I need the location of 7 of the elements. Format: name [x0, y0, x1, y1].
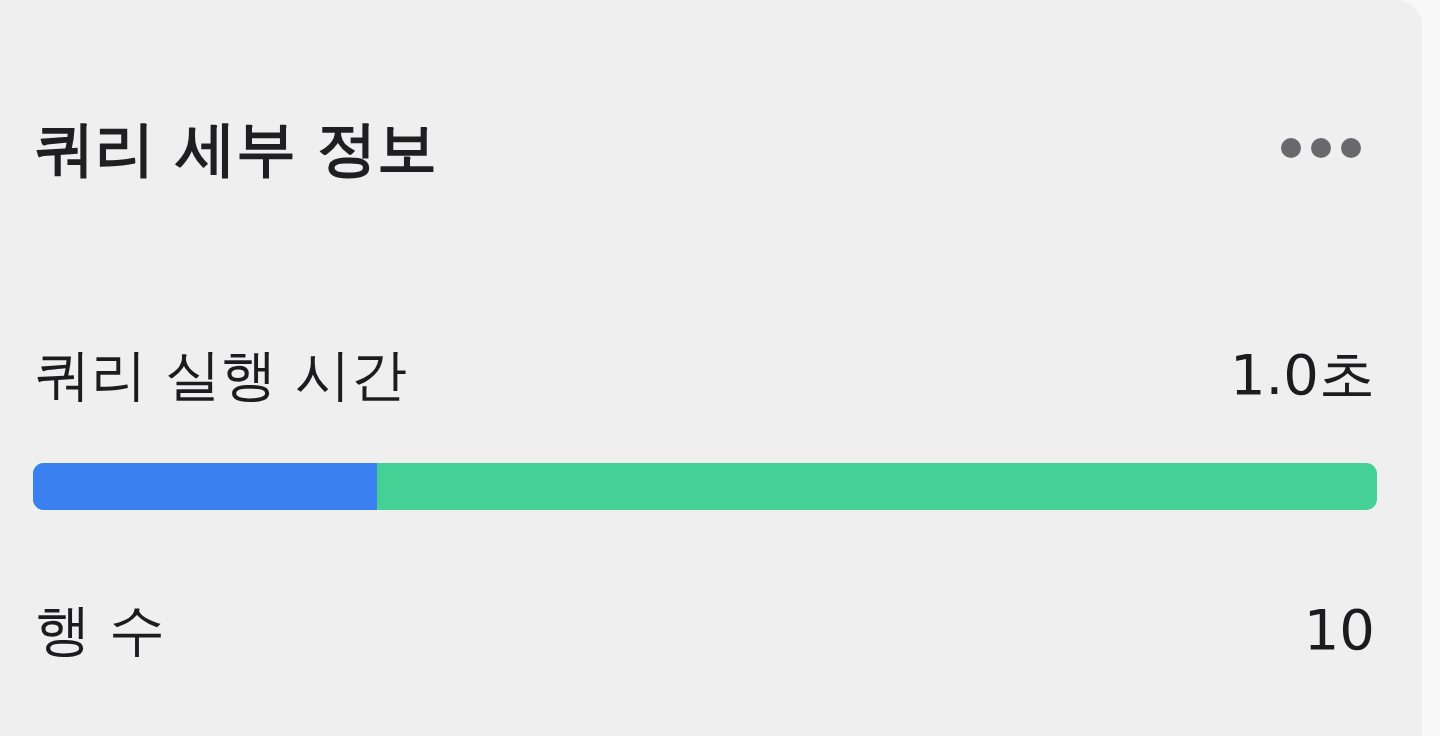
metric-label: 쿼리 실행 시간 — [35, 341, 407, 409]
metric-value: 1.0초 — [1229, 341, 1375, 409]
more-options-icon — [1281, 138, 1361, 158]
card-title: 쿼리 세부 정보 — [35, 112, 437, 184]
metric-value: 10 — [1303, 596, 1375, 664]
more-button[interactable] — [1281, 138, 1361, 158]
metric-label: 행 수 — [35, 596, 165, 664]
